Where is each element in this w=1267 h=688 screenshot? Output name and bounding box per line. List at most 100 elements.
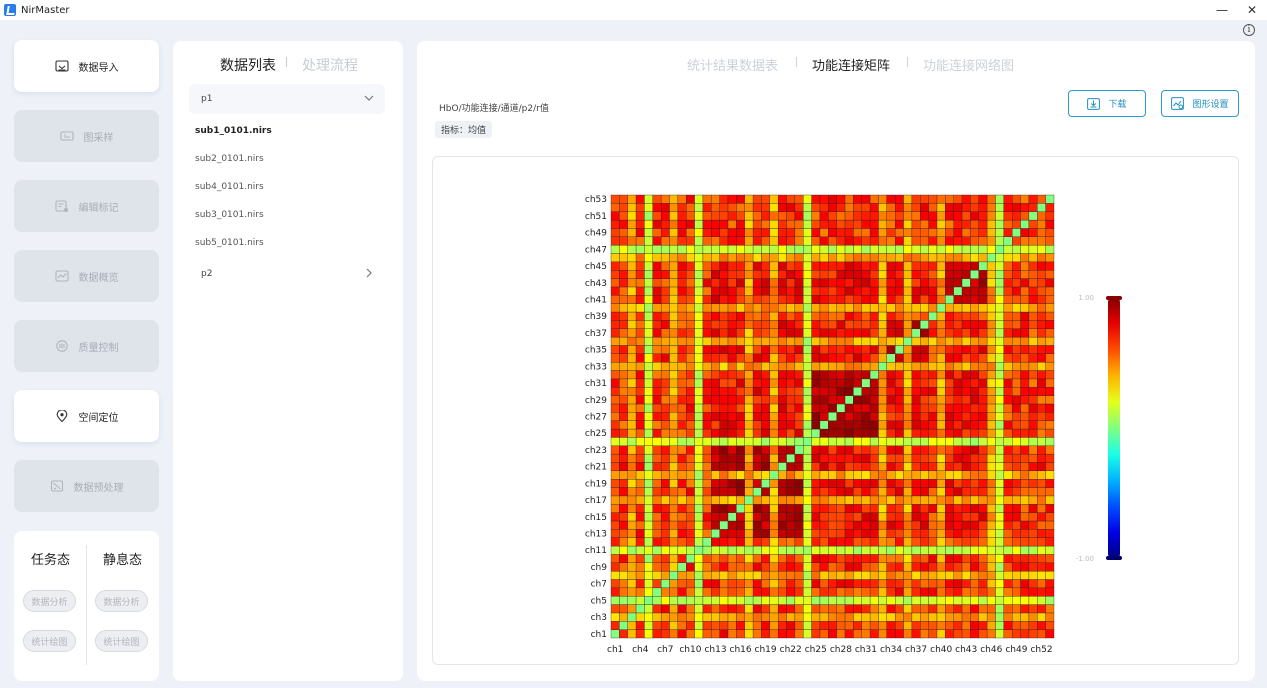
file-item-sub2[interactable]: sub2_0101.nirs	[195, 154, 264, 164]
heatmap-cell	[677, 278, 687, 288]
heatmap-cell	[627, 604, 637, 614]
heatmap-cell	[686, 361, 695, 371]
heatmap-cell	[1012, 203, 1021, 212]
heatmap-cell	[1037, 529, 1046, 538]
heatmap-cell	[727, 236, 737, 246]
rest-analysis-button[interactable]: 数据分析	[95, 590, 148, 612]
heatmap-cell	[903, 445, 913, 455]
heatmap-cell	[736, 403, 745, 413]
heatmap-cell	[736, 286, 745, 296]
heatmap-cell	[660, 537, 670, 547]
heatmap-cell	[903, 211, 913, 221]
nav-item-4[interactable]: 数据概览	[14, 250, 159, 302]
heatmap-cell	[1003, 228, 1013, 237]
task-plot-button[interactable]: 统计绘图	[23, 630, 76, 652]
file-item-sub1[interactable]: sub1_0101.nirs	[195, 126, 272, 136]
heatmap-cell	[928, 570, 938, 580]
heatmap-cell	[895, 512, 904, 522]
heatmap-cell	[1045, 261, 1055, 271]
download-button[interactable]: 下载	[1068, 90, 1146, 117]
task-analysis-button[interactable]: 数据分析	[23, 590, 76, 612]
heatmap-cell	[903, 512, 913, 522]
heatmap-cell	[995, 420, 1005, 430]
heatmap-cell	[869, 328, 879, 338]
heatmap-cell	[619, 428, 628, 438]
heatmap-cell	[945, 295, 954, 304]
heatmap-cell	[928, 462, 938, 472]
x-tick-label: ch49	[1005, 645, 1027, 655]
heatmap-cell	[961, 370, 971, 380]
heatmap-cell	[1037, 537, 1046, 547]
colorbar	[1108, 297, 1120, 559]
tab-connectivity-network[interactable]: 功能连接网络图	[923, 55, 1014, 74]
heatmap-cell	[978, 286, 988, 296]
y-tick-label: ch51	[585, 212, 607, 222]
chart-settings-button[interactable]: 图形设置	[1161, 90, 1239, 117]
heatmap-cell	[786, 378, 796, 388]
heatmap-cell	[953, 353, 963, 363]
heatmap-cell	[828, 370, 837, 380]
heatmap-cell	[961, 253, 971, 263]
nav-item-1[interactable]: 数据导入	[14, 40, 159, 92]
heatmap-cell	[945, 537, 954, 547]
heatmap-cell	[911, 361, 921, 371]
nav-item-3[interactable]: 编辑标记	[14, 180, 159, 232]
info-icon[interactable]: i	[1243, 24, 1255, 36]
heatmap-cell	[786, 228, 796, 237]
minimize-button[interactable]: —	[1208, 0, 1236, 20]
file-item-sub3[interactable]: sub3_0101.nirs	[195, 210, 264, 220]
heatmap-cell	[719, 445, 729, 455]
heatmap-cell	[853, 512, 862, 522]
heatmap-cell	[1028, 261, 1038, 271]
heatmap-cell	[936, 529, 946, 538]
group-p1[interactable]: p1	[189, 84, 385, 114]
heatmap-cell	[936, 261, 946, 271]
heatmap-cell	[878, 387, 888, 396]
tab-data-list[interactable]: 数据列表	[220, 55, 276, 75]
heatmap-cell	[635, 629, 645, 639]
heatmap-cell	[920, 437, 929, 446]
nav-item-2[interactable]: 图采样	[14, 110, 159, 162]
heatmap-cell	[878, 495, 888, 505]
heatmap-cell	[828, 311, 837, 321]
heatmap-cell	[861, 437, 871, 446]
heatmap-cell	[777, 495, 787, 505]
heatmap-cell	[777, 228, 787, 237]
heatmap-cell	[1020, 278, 1030, 288]
heatmap-cell	[978, 487, 988, 497]
close-button[interactable]: ✕	[1238, 0, 1266, 20]
heatmap-cell	[886, 479, 896, 488]
heatmap-cell	[786, 512, 796, 522]
tab-process-flow[interactable]: 处理流程	[302, 55, 358, 75]
heatmap-cell	[786, 412, 796, 421]
file-item-sub4[interactable]: sub4_0101.nirs	[195, 182, 264, 192]
heatmap-cell	[702, 512, 712, 522]
heatmap-cell	[644, 353, 653, 363]
heatmap-cell	[777, 270, 787, 279]
tab-stats-table[interactable]: 统计结果数据表	[687, 55, 778, 74]
rest-plot-button[interactable]: 统计绘图	[95, 630, 148, 652]
heatmap-cell	[627, 545, 637, 555]
heatmap-cell	[970, 211, 979, 221]
heatmap-cell	[777, 253, 787, 263]
colorbar-min-handle[interactable]	[1106, 556, 1122, 560]
x-tick-label: ch13	[704, 645, 726, 655]
heatmap-cell	[844, 554, 854, 563]
heatmap-cell	[945, 621, 954, 630]
heatmap-cell	[736, 629, 745, 639]
heatmap-cell	[803, 420, 812, 430]
heatmap-cell	[886, 612, 896, 622]
heatmap-cell	[1012, 545, 1021, 555]
file-item-sub5[interactable]: sub5_0101.nirs	[195, 238, 264, 248]
colorbar-max-handle[interactable]	[1106, 296, 1122, 300]
nav-item-5[interactable]: 质量控制	[14, 320, 159, 372]
heatmap-cell	[610, 370, 620, 380]
heatmap-cell	[844, 587, 854, 597]
heatmap-cell	[978, 295, 988, 304]
y-tick-label: ch53	[585, 195, 607, 205]
group-p2[interactable]: p2	[189, 259, 385, 289]
heatmap-cell	[619, 479, 628, 488]
nav-item-6[interactable]: 空间定位	[14, 390, 159, 442]
nav-item-7[interactable]: 数据预处理	[14, 460, 159, 512]
tab-connectivity-matrix[interactable]: 功能连接矩阵	[812, 55, 890, 74]
